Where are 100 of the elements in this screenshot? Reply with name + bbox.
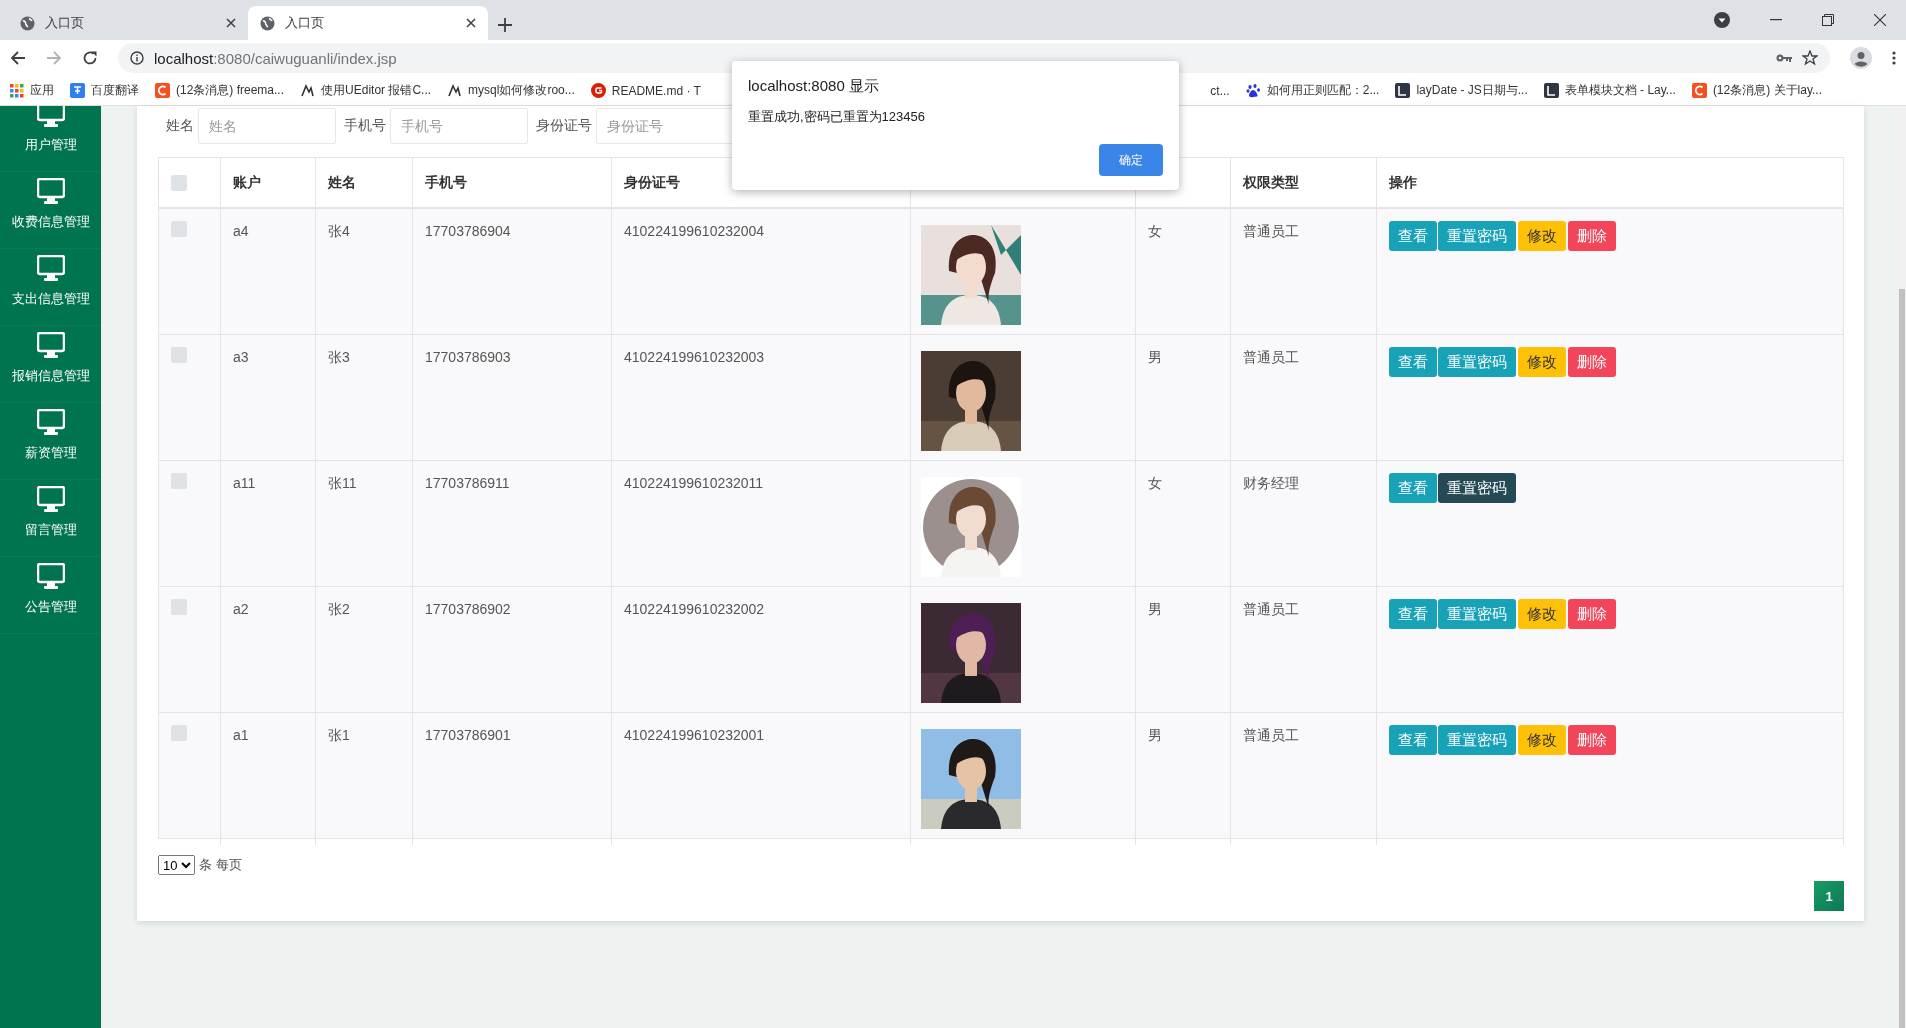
bookmark-label[interactable]: 使用UEditor 报错C... [321, 82, 432, 99]
edit-button[interactable]: 修改 [1518, 725, 1566, 755]
dropdown-circle-icon[interactable] [1714, 12, 1730, 28]
scribble-icon [447, 83, 463, 98]
info-icon[interactable] [130, 51, 144, 65]
minimize-icon[interactable] [1770, 19, 1782, 21]
star-icon[interactable] [1802, 50, 1818, 66]
table-cell: 17703786911 [425, 475, 510, 491]
edit-button[interactable]: 修改 [1518, 221, 1566, 251]
search-field[interactable]: 身份证号 [596, 108, 734, 144]
table-cell: 张1 [328, 727, 350, 743]
bookmark-label[interactable]: layDate - JS日期与... [1416, 82, 1528, 99]
edit-button[interactable]: 修改 [1518, 347, 1566, 377]
bookmark-label[interactable]: 如何用正则匹配：2... [1266, 82, 1380, 99]
profile-icon[interactable] [1850, 47, 1872, 69]
row-checkbox[interactable] [171, 725, 187, 741]
column-header: 权限类型 [1243, 173, 1299, 192]
table-cell: a2 [233, 601, 249, 617]
table-cell: a3 [233, 349, 249, 365]
table-cell: a1 [233, 727, 249, 743]
table-cell: a11 [233, 475, 256, 491]
reset-password-button[interactable]: 重置密码 [1438, 221, 1516, 251]
bookmark-label[interactable]: 应用 [30, 82, 54, 99]
address-bar[interactable]: localhost:8080/caiwuguanli/index.jsp [118, 43, 1830, 73]
dialog-message: 重置成功,密码已重置为123456 [748, 108, 926, 126]
delete-button[interactable]: 删除 [1568, 347, 1616, 377]
reset-password-button[interactable]: 重置密码 [1438, 599, 1516, 629]
reset-password-button[interactable]: 重置密码 [1438, 473, 1516, 503]
table-cell: 女 [1148, 475, 1162, 491]
row-checkbox[interactable] [171, 599, 187, 615]
view-button[interactable]: 查看 [1389, 725, 1437, 755]
delete-button[interactable]: 删除 [1568, 221, 1616, 251]
table-cell: 17703786903 [425, 349, 511, 365]
view-button[interactable]: 查看 [1389, 473, 1437, 503]
scribble-icon [300, 83, 316, 98]
page-button[interactable]: 1 [1814, 881, 1844, 911]
globe-icon [260, 15, 275, 31]
view-button[interactable]: 查看 [1389, 347, 1437, 377]
row-checkbox[interactable] [171, 347, 187, 363]
reload-icon[interactable] [82, 50, 98, 66]
delete-button[interactable]: 删除 [1568, 725, 1616, 755]
browser-tab[interactable]: 入口页 [8, 6, 248, 40]
bookmark-label[interactable]: mysql如何修改roo... [468, 82, 575, 99]
c-logo-icon [155, 83, 170, 98]
new-tab-icon[interactable] [498, 18, 512, 32]
menu-icon[interactable] [1892, 51, 1896, 65]
view-button[interactable]: 查看 [1389, 599, 1437, 629]
select-all-checkbox[interactable] [171, 174, 187, 191]
bookmark-label[interactable]: 百度翻译 [91, 82, 139, 99]
table-cell: 张3 [328, 349, 350, 365]
table-cell: 410224199610232011 [624, 475, 764, 491]
table-cell: 普通员工 [1243, 601, 1299, 617]
back-icon[interactable] [10, 50, 26, 66]
view-button[interactable]: 查看 [1389, 221, 1437, 251]
bookmark-label[interactable]: (12条消息) 关于lay... [1712, 82, 1822, 99]
restore-icon[interactable] [1822, 14, 1834, 26]
bookmark-label[interactable]: README.md · T [611, 83, 701, 98]
column-header: 姓名 [328, 173, 356, 192]
field-label: 姓名 [166, 117, 194, 135]
table-cell: 男 [1148, 349, 1162, 365]
monitor-icon [36, 409, 65, 436]
reset-password-button[interactable]: 重置密码 [1438, 347, 1516, 377]
table-cell: 410224199610232002 [624, 601, 765, 617]
monitor-icon [36, 255, 65, 282]
field-label: 身份证号 [536, 117, 592, 135]
table-cell: 410224199610232004 [624, 223, 765, 239]
bookmark-label[interactable]: ct... [1210, 83, 1230, 98]
bookmark-label[interactable]: 表单模块文档 - Lay... [1564, 82, 1676, 99]
field-label: 手机号 [344, 117, 386, 135]
key-icon[interactable] [1776, 53, 1792, 63]
monitor-icon [36, 178, 65, 205]
delete-button[interactable]: 删除 [1568, 599, 1616, 629]
close-window-icon[interactable] [1874, 14, 1886, 26]
edit-button[interactable]: 修改 [1518, 599, 1566, 629]
bookmark-label[interactable]: (12条消息) freema... [176, 82, 285, 99]
table-cell: 女 [1148, 223, 1162, 239]
scrollbar[interactable] [1898, 106, 1906, 1028]
table-cell: 张4 [328, 223, 350, 239]
table-cell: 张11 [328, 475, 357, 491]
l-logo-icon [1395, 83, 1411, 98]
close-tab-icon[interactable] [226, 18, 236, 28]
table-cell: 男 [1148, 727, 1162, 743]
table-cell: 普通员工 [1243, 727, 1299, 743]
column-header: 账户 [233, 173, 261, 192]
reset-password-button[interactable]: 重置密码 [1438, 725, 1516, 755]
close-tab-icon[interactable] [466, 18, 476, 28]
table-cell: 410224199610232001 [624, 727, 765, 743]
page-size-select[interactable]: 10 [158, 855, 195, 875]
table-cell: 17703786904 [425, 223, 511, 239]
search-field[interactable]: 姓名 [198, 108, 336, 144]
row-checkbox[interactable] [171, 473, 187, 489]
row-checkbox[interactable] [171, 221, 187, 237]
browser-tab[interactable]: 入口页 [248, 6, 488, 40]
globe-icon [20, 15, 35, 31]
column-header: 身份证号 [624, 173, 680, 192]
c-logo-icon [1691, 83, 1707, 98]
search-field[interactable]: 手机号 [390, 108, 528, 144]
table-cell: a4 [233, 223, 249, 239]
ok-button[interactable]: 确定 [1099, 144, 1163, 176]
column-header: 操作 [1389, 173, 1417, 192]
